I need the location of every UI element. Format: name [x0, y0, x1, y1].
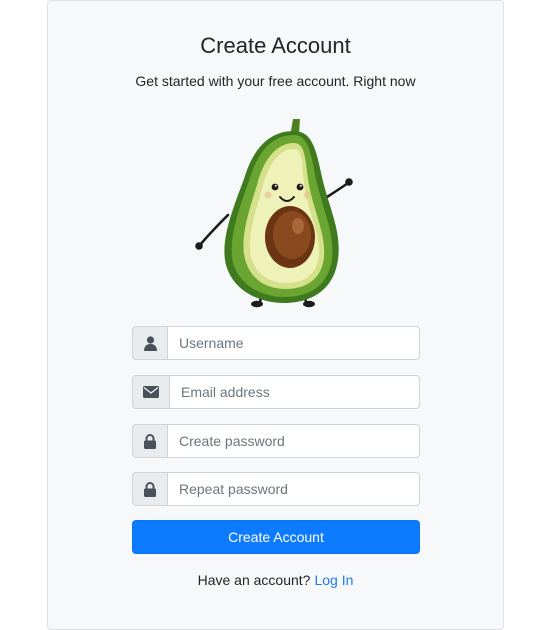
envelope-icon — [132, 375, 169, 409]
password-field-group — [132, 424, 420, 458]
page-subtitle: Get started with your free account. Righ… — [135, 73, 416, 89]
email-input[interactable] — [169, 375, 420, 409]
avocado-mascot-illustration — [195, 119, 353, 308]
username-input[interactable] — [167, 326, 420, 360]
create-account-button[interactable]: Create Account — [132, 520, 420, 554]
user-icon — [132, 326, 167, 360]
repeat-password-input[interactable] — [167, 472, 420, 506]
email-field-group — [132, 375, 420, 409]
create-password-input[interactable] — [167, 424, 420, 458]
signup-card: Create Account Get started with your fre… — [47, 0, 504, 630]
login-prompt: Have an account? Log In — [48, 572, 503, 588]
login-link[interactable]: Log In — [314, 572, 353, 588]
lock-icon — [132, 472, 167, 506]
username-field-group — [132, 326, 420, 360]
lock-icon — [132, 424, 167, 458]
login-prompt-text: Have an account? — [197, 572, 311, 588]
repeat-password-field-group — [132, 472, 420, 506]
page-title: Create Account — [200, 33, 351, 58]
